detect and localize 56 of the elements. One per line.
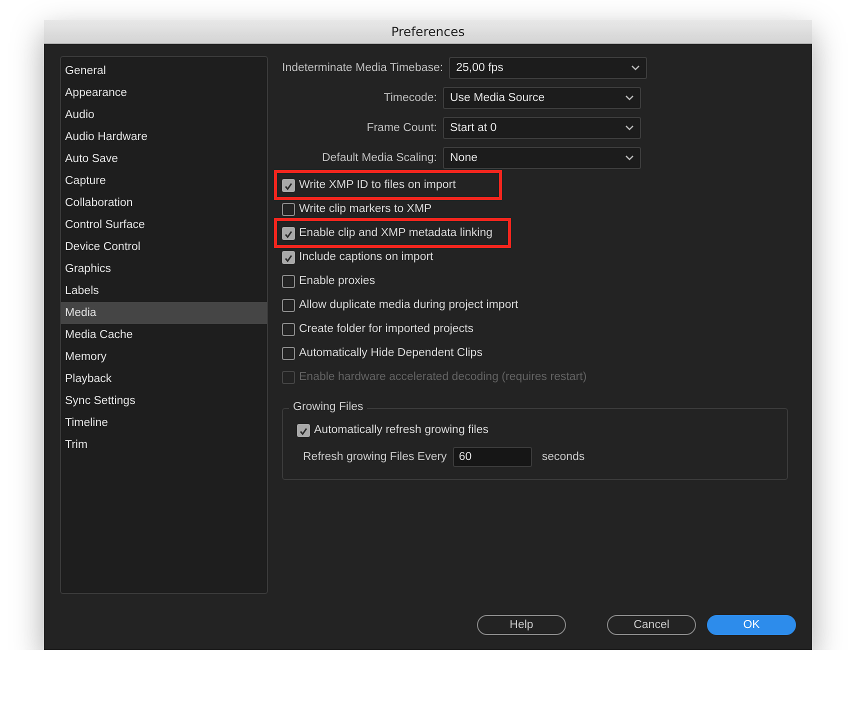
checkbox[interactable] (282, 202, 295, 216)
dropdown[interactable]: Start at 0 (443, 117, 641, 139)
sidebar-item[interactable]: Media (61, 302, 267, 324)
checkbox-label: Enable hardware accelerated decoding (requires restart) (299, 371, 587, 383)
dropdown[interactable]: 25,00 fps (449, 57, 648, 79)
sidebar-item[interactable]: General (61, 60, 267, 82)
sidebar-item[interactable]: Playback (61, 368, 267, 390)
caret-icon (625, 125, 634, 131)
field-label: Default Media Scaling: (320, 151, 437, 166)
caret-icon (625, 95, 634, 101)
checkbox-label: Automatically Hide Dependent Clips (299, 347, 482, 359)
field-label: Frame Count: (366, 121, 437, 136)
sidebar-item[interactable]: Device Control (61, 236, 267, 258)
group-title: Growing Files (289, 401, 368, 413)
checkbox[interactable] (282, 178, 295, 192)
sidebar-item[interactable]: Audio Hardware (61, 126, 267, 148)
sidebar-item[interactable]: Graphics (61, 258, 267, 280)
sidebar-item[interactable]: Trim (61, 434, 267, 456)
sidebar-item[interactable]: Timeline (61, 412, 267, 434)
field-label: Refresh growing Files Every (303, 451, 447, 463)
sidebar-item[interactable]: Audio (61, 104, 267, 126)
checkbox[interactable] (282, 274, 295, 288)
checkbox-label: Enable clip and XMP metadata linking (299, 227, 492, 239)
checkbox[interactable] (282, 298, 295, 312)
checkbox[interactable] (282, 226, 295, 240)
checkbox[interactable] (282, 346, 295, 360)
checkbox-label: Enable proxies (299, 275, 376, 287)
sidebar-item[interactable]: Labels (61, 280, 267, 302)
sidebar-item[interactable]: Collaboration (61, 192, 267, 214)
dialog-button[interactable]: Cancel (607, 615, 696, 635)
sidebar-item[interactable]: Capture (61, 170, 267, 192)
dropdown[interactable]: Use Media Source (443, 87, 641, 109)
caret-icon (631, 65, 640, 71)
checkbox-label: Automatically refresh growing files (314, 424, 488, 436)
checkbox-label: Write clip markers to XMP (299, 203, 432, 215)
unit-label: seconds (542, 451, 585, 463)
checkbox-label: Write XMP ID to files on import (299, 179, 456, 191)
sidebar-item[interactable]: Auto Save (61, 148, 267, 170)
checkbox-label: Create folder for imported projects (299, 323, 474, 335)
sidebar-item[interactable]: Memory (61, 346, 267, 368)
sidebar-item[interactable]: Appearance (61, 82, 267, 104)
caret-icon (625, 155, 634, 161)
input-field[interactable]: 60 (452, 447, 532, 467)
checkbox-label: Allow duplicate media during project import (299, 299, 518, 311)
field-label: Indeterminate Media Timebase: (282, 61, 444, 76)
checkbox-label: Include captions on import (299, 251, 434, 263)
sidebar-item[interactable]: Sync Settings (61, 390, 267, 412)
sidebar-item[interactable]: Media Cache (61, 324, 267, 346)
checkbox[interactable] (282, 322, 295, 336)
window-title: Preferences (391, 24, 465, 39)
dialog-button[interactable]: Help (477, 615, 566, 635)
dropdown[interactable]: None (443, 147, 641, 169)
checkbox[interactable] (282, 250, 295, 264)
sidebar-item[interactable]: Control Surface (61, 214, 267, 236)
field-label: Timecode: (382, 91, 437, 106)
checkbox[interactable] (297, 424, 310, 436)
